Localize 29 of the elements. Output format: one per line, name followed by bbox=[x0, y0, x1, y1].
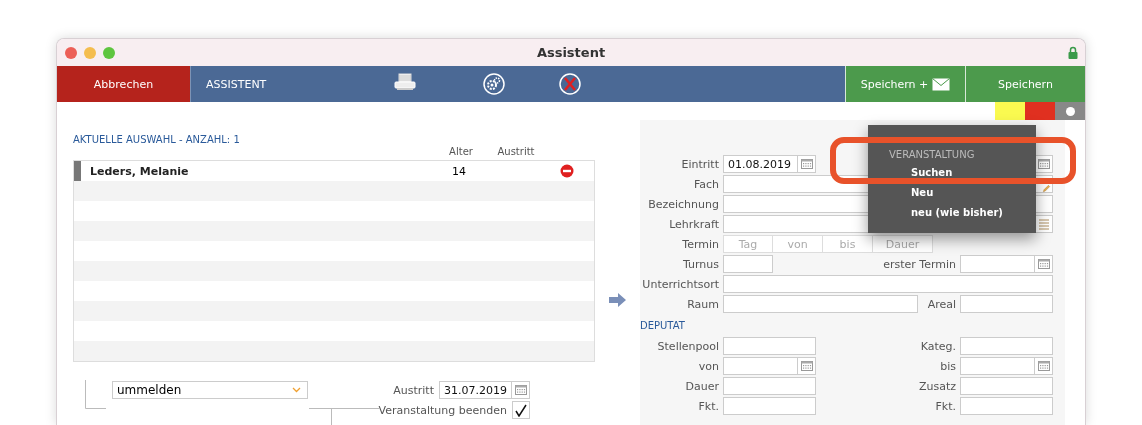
field-label: Zusatz bbox=[918, 379, 956, 393]
person-name: Leders, Melanie bbox=[90, 164, 189, 178]
field-label: Lehrkraft bbox=[668, 217, 719, 231]
menu-heading: VERANSTALTUNG bbox=[889, 149, 975, 161]
age-cell: 14 bbox=[452, 164, 466, 178]
column-header: Austritt bbox=[496, 146, 536, 159]
column-header: Alter bbox=[448, 146, 474, 159]
section-heading: DEPUTAT bbox=[640, 318, 686, 333]
field-label: erster Termin bbox=[883, 257, 956, 271]
field-label: Turnus bbox=[681, 257, 719, 271]
selection-heading: AKTUELLE AUSWAHL - ANZAHL: 1 bbox=[73, 134, 241, 146]
field-label: Fach bbox=[692, 177, 719, 191]
field-label: Fkt. bbox=[697, 399, 719, 413]
toolbar-title: ASSISTENT bbox=[206, 77, 267, 91]
field-label: Bezeichnung bbox=[647, 197, 719, 211]
window-title: Assistent bbox=[535, 45, 607, 60]
field-label: Dauer bbox=[684, 379, 719, 393]
field-label: Kateg. bbox=[920, 339, 956, 353]
field-label: von bbox=[697, 359, 719, 373]
field-label: Termin bbox=[681, 237, 719, 251]
field-label: Stellenpool bbox=[656, 339, 719, 353]
field-label: Fkt. bbox=[935, 399, 956, 413]
field-label: Austritt bbox=[393, 383, 434, 397]
field-label: bis bbox=[940, 359, 956, 373]
field-label: Eintritt bbox=[680, 157, 719, 171]
field-label: Areal bbox=[927, 297, 956, 311]
field-label: Unterrichtsort bbox=[641, 277, 719, 291]
checkbox-label: Veranstaltung beenden bbox=[378, 403, 507, 417]
field-label: Raum bbox=[686, 297, 719, 311]
